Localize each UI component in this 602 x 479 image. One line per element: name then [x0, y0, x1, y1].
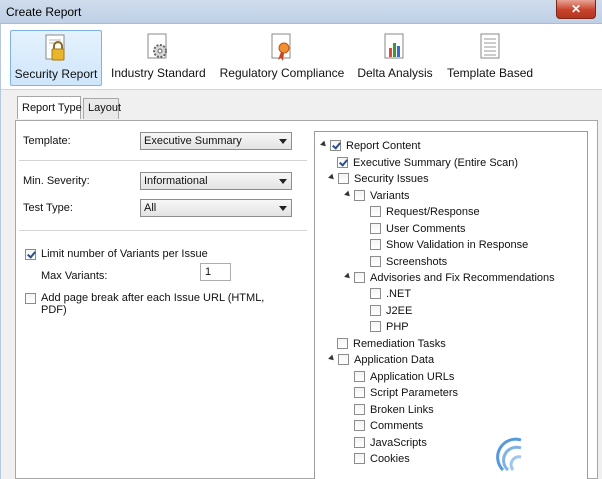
tree-label: Variants: [370, 190, 410, 202]
tab-layout[interactable]: Layout: [83, 98, 121, 119]
tree-label: Security Issues: [354, 173, 429, 185]
expand-triangle-icon[interactable]: [344, 190, 352, 199]
template-based-label: Template Based: [447, 66, 534, 80]
tree-checkbox[interactable]: [354, 272, 365, 283]
min-severity-select[interactable]: Informational: [140, 172, 292, 190]
expand-triangle-icon[interactable]: [320, 140, 328, 149]
chevron-down-icon: [279, 139, 287, 144]
template-based-button[interactable]: Template Based: [447, 30, 533, 86]
page-break-label-line1: Add page break after each Issue URL (HTM…: [41, 292, 265, 304]
close-button[interactable]: ✕: [556, 0, 596, 19]
min-severity-select-value: Informational: [144, 175, 208, 187]
tree-label: Script Parameters: [370, 387, 459, 399]
template-select[interactable]: Executive Summary: [140, 132, 292, 150]
tree-checkbox[interactable]: [370, 288, 381, 299]
tree-checkbox[interactable]: [354, 453, 365, 464]
tree-checkbox[interactable]: [338, 354, 349, 365]
report-type-panel: Template: Executive Summary Min. Severit…: [15, 120, 598, 479]
tree-checkbox[interactable]: [354, 420, 365, 431]
tree-label: Executive Summary (Entire Scan): [353, 157, 519, 169]
test-type-select[interactable]: All: [140, 199, 292, 217]
tree-label: Application Data: [354, 354, 435, 366]
regulatory-compliance-label: Regulatory Compliance: [219, 66, 345, 80]
delta-analysis-button[interactable]: Delta Analysis: [354, 30, 436, 86]
limit-variants-label: Limit number of Variants per Issue: [41, 248, 208, 260]
tree-label: Remediation Tasks: [353, 338, 446, 350]
tree-checkbox[interactable]: [370, 239, 381, 250]
regulatory-compliance-button[interactable]: Regulatory Compliance: [218, 30, 346, 86]
expand-triangle-icon[interactable]: [328, 173, 336, 182]
tree-label: Comments: [370, 420, 424, 432]
page-break-checkbox[interactable]: [25, 293, 36, 304]
tree-checkbox[interactable]: [370, 305, 381, 316]
tree-checkbox[interactable]: [337, 338, 348, 349]
tree-label: PHP: [386, 321, 409, 333]
min-severity-label: Min. Severity:: [23, 175, 90, 187]
close-icon: ✕: [570, 2, 582, 16]
tree-label: Application URLs: [370, 371, 455, 383]
gear-report-icon: [144, 32, 172, 62]
tree-checkbox[interactable]: [370, 321, 381, 332]
tree-checkbox[interactable]: [354, 387, 365, 398]
security-report-button[interactable]: Security Report: [10, 30, 102, 86]
tree-checkbox[interactable]: [370, 223, 381, 234]
chart-report-icon: [381, 32, 409, 62]
tree-label: .NET: [386, 288, 412, 300]
limit-variants-checkbox[interactable]: [25, 249, 36, 260]
window-title: Create Report: [6, 5, 82, 19]
tree-checkbox[interactable]: [330, 140, 341, 151]
divider: [19, 230, 307, 231]
tree-checkbox[interactable]: [338, 173, 349, 184]
tree-checkbox[interactable]: [370, 256, 381, 267]
expand-triangle-icon[interactable]: [328, 354, 336, 363]
tree-label: Report Content: [346, 140, 421, 152]
tree-label: Advisories and Fix Recommendations: [370, 272, 555, 284]
tree-label: Request/Response: [386, 206, 480, 218]
lined-report-icon: [476, 32, 504, 62]
security-report-label: Security Report: [14, 67, 98, 81]
padlock-report-icon: [42, 33, 70, 63]
tree-label: User Comments: [386, 223, 466, 235]
ribbon-report-icon: [268, 32, 296, 62]
template-select-value: Executive Summary: [144, 135, 242, 147]
industry-standard-button[interactable]: Industry Standard: [111, 30, 206, 86]
chevron-down-icon: [279, 206, 287, 211]
page-break-label-line2: PDF): [41, 304, 67, 316]
tree-label: Cookies: [370, 453, 410, 465]
tree-checkbox[interactable]: [354, 437, 365, 448]
tree-checkbox[interactable]: [354, 371, 365, 382]
max-variants-field[interactable]: 1: [200, 263, 231, 281]
report-content-tree[interactable]: Report Content Executive Summary (Entire…: [314, 131, 588, 479]
tab-report-type[interactable]: Report Type: [17, 96, 82, 119]
tree-label: Screenshots: [386, 256, 448, 268]
title-bar: Create Report ✕: [0, 0, 602, 24]
dialog-body: Security Report Industry Standard Regula…: [0, 24, 602, 479]
tree-checkbox[interactable]: [354, 404, 365, 415]
tree-label: Broken Links: [370, 404, 434, 416]
chevron-down-icon: [279, 179, 287, 184]
max-variants-label: Max Variants:: [41, 270, 108, 282]
test-type-label: Test Type:: [23, 202, 73, 214]
tree-label: JavaScripts: [370, 437, 427, 449]
tree-label: Show Validation in Response: [386, 239, 529, 251]
report-type-toolbar: Security Report Industry Standard Regula…: [1, 24, 602, 90]
tree-checkbox[interactable]: [370, 206, 381, 217]
tree-checkbox[interactable]: [354, 190, 365, 201]
tree-label: J2EE: [386, 305, 413, 317]
industry-standard-label: Industry Standard: [111, 66, 206, 80]
divider: [19, 160, 307, 161]
tree-checkbox[interactable]: [337, 157, 348, 168]
expand-triangle-icon[interactable]: [344, 272, 352, 281]
template-label: Template:: [23, 135, 71, 147]
watermark-logo: [495, 430, 602, 479]
delta-analysis-label: Delta Analysis: [357, 66, 433, 80]
test-type-select-value: All: [144, 202, 157, 214]
